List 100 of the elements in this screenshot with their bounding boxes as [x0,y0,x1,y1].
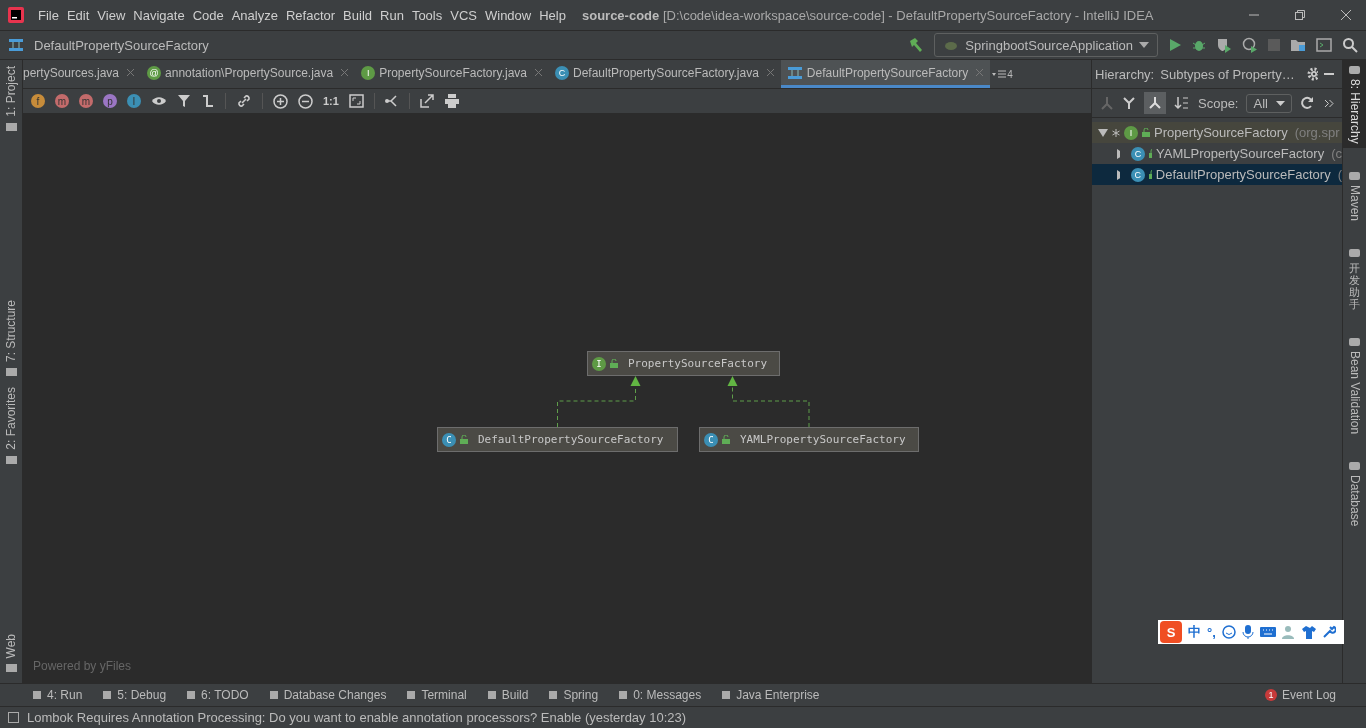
tool-window-button[interactable]: 开发助手 [1343,242,1366,315]
class-node[interactable]: C DefaultPropertySourceFactory [437,427,678,452]
subtypes-icon[interactable] [1144,92,1166,114]
smiley-icon[interactable] [1221,625,1236,639]
microphone-icon[interactable] [1241,625,1254,639]
tool-window-button[interactable]: Java Enterprise [721,688,820,702]
hammer-icon[interactable] [908,37,925,53]
expand-arrow-icon[interactable] [1116,169,1120,180]
zoom-in-icon[interactable] [273,93,288,109]
export-icon[interactable] [419,94,434,108]
input-mode-toggle[interactable]: 中 [1188,623,1201,641]
profiler-icon[interactable] [1242,37,1258,53]
link-icon[interactable] [236,93,252,109]
menu-item[interactable]: Run [380,7,404,23]
keyboard-icon[interactable] [1259,626,1276,638]
filter-toggle[interactable]: I [127,94,141,108]
tool-window-button[interactable]: Web [4,627,18,677]
tool-window-button[interactable]: Database Changes [268,688,387,702]
tool-window-button[interactable]: 1: Project [4,60,18,136]
tree-item[interactable]: C YAMLPropertySourceFactory (c [1092,143,1342,164]
settings-icon[interactable] [1306,67,1319,81]
chevrons-right-icon[interactable] [1324,98,1334,108]
filter-toggle[interactable]: m [55,94,69,108]
eye-icon[interactable] [151,95,167,107]
tool-window-button[interactable]: 6: TODO [186,688,249,702]
type-badge: I [361,65,376,80]
expand-arrow-icon[interactable] [1116,148,1120,159]
menu-item[interactable]: Window [484,7,532,23]
actual-size-button[interactable]: 1:1 [323,95,339,107]
filter-icon[interactable] [177,94,191,108]
scope-label: Scope: [1198,95,1239,111]
punctuation-toggle[interactable]: °, [1207,624,1216,640]
zoom-out-icon[interactable] [298,93,313,109]
expand-arrow-icon[interactable] [1098,127,1108,138]
tool-window-button[interactable]: Maven [1343,165,1366,225]
print-icon[interactable] [443,94,460,108]
menu-item[interactable]: File [38,7,59,23]
tool-window-button[interactable]: 4: Run [32,688,83,702]
close-icon[interactable] [765,68,775,77]
fit-content-icon[interactable] [348,94,364,108]
coverage-icon[interactable] [1216,37,1232,53]
route-icon[interactable] [201,94,215,108]
panel-icon [1349,169,1360,181]
tree-item[interactable]: I PropertySourceFactory (org.spr [1092,122,1342,143]
class-node[interactable]: I PropertySourceFactory [587,351,780,376]
menu-item[interactable]: Build [343,7,372,23]
tab-overflow-button[interactable]: 4 [990,60,1015,88]
close-icon[interactable] [340,68,350,77]
menu-item[interactable]: Code [192,7,224,23]
menu-item[interactable]: VCS [450,7,477,23]
tool-window-button[interactable]: Terminal [406,688,467,702]
menu-item[interactable]: Edit [66,7,90,23]
event-log-button[interactable]: 1 Event Log [1264,688,1336,702]
tool-window-button[interactable]: 8: Hierarchy [1343,60,1366,148]
tool-window-button[interactable]: 0: Messages [618,688,702,702]
menu-item[interactable]: Help [539,7,566,23]
panel-icon [618,690,629,700]
tool-window-button[interactable]: 5: Debug [102,688,167,702]
filter-toggle[interactable]: f [31,94,45,108]
menu-item[interactable]: Analyze [231,7,278,23]
editor-tab[interactable]: DefaultPropertySourceFactory [780,60,991,88]
menu-item[interactable]: Refactor [285,7,336,23]
class-hierarchy-icon[interactable] [1122,96,1136,110]
input-method-logo[interactable]: S [1160,621,1182,643]
filter-toggle[interactable]: m [79,94,93,108]
lock-icon [1148,170,1152,179]
tool-window-button[interactable]: Spring [548,688,599,702]
tool-window-button[interactable]: Database [1343,456,1366,531]
close-icon[interactable] [534,68,543,77]
tool-window-button[interactable]: Build [486,688,529,702]
editor-tab[interactable]: I PropertySourceFactory.java [355,60,549,88]
run-configuration-dropdown[interactable]: SpringbootSourceApplication [934,33,1158,57]
tool-window-button[interactable]: 7: Structure [4,294,18,382]
menu-item[interactable]: View [97,7,126,23]
editor-tab[interactable]: C DefaultPropertySourceFactory.java [549,60,781,88]
terminal-icon[interactable] [1316,38,1332,52]
restore-icon[interactable] [1294,9,1306,21]
breadcrumb[interactable]: DefaultPropertySourceFactory [34,37,209,53]
tool-window-button[interactable]: 2: Favorites [4,381,18,469]
run-icon[interactable] [1168,38,1182,52]
bug-icon[interactable] [1192,38,1206,52]
close-icon[interactable] [1340,9,1352,21]
shirt-icon[interactable] [1301,625,1316,639]
editor-tab[interactable]: @ annotation\PropertySource.java [141,60,356,88]
menu-item[interactable]: Navigate [133,7,185,23]
menu-item[interactable]: Tools [411,7,443,23]
search-icon[interactable] [1342,37,1358,53]
class-node[interactable]: C YAMLPropertySourceFactory [699,427,919,452]
panel-icon [486,690,497,700]
wrench-icon[interactable] [1321,625,1336,639]
filter-toggle[interactable]: p [103,94,117,108]
editor-tab[interactable]: pertySources.java [23,60,142,88]
refresh-icon[interactable] [1299,96,1314,110]
scope-dropdown[interactable]: All [1246,93,1292,113]
tool-window-button[interactable]: Bean Validation [1343,332,1366,439]
tree-item[interactable]: C DefaultPropertySourceFactory ( [1092,164,1342,185]
sort-icon[interactable] [1174,96,1190,110]
layout-icon[interactable] [384,94,399,108]
folder-icon[interactable] [1290,38,1306,52]
close-icon[interactable] [126,68,136,77]
